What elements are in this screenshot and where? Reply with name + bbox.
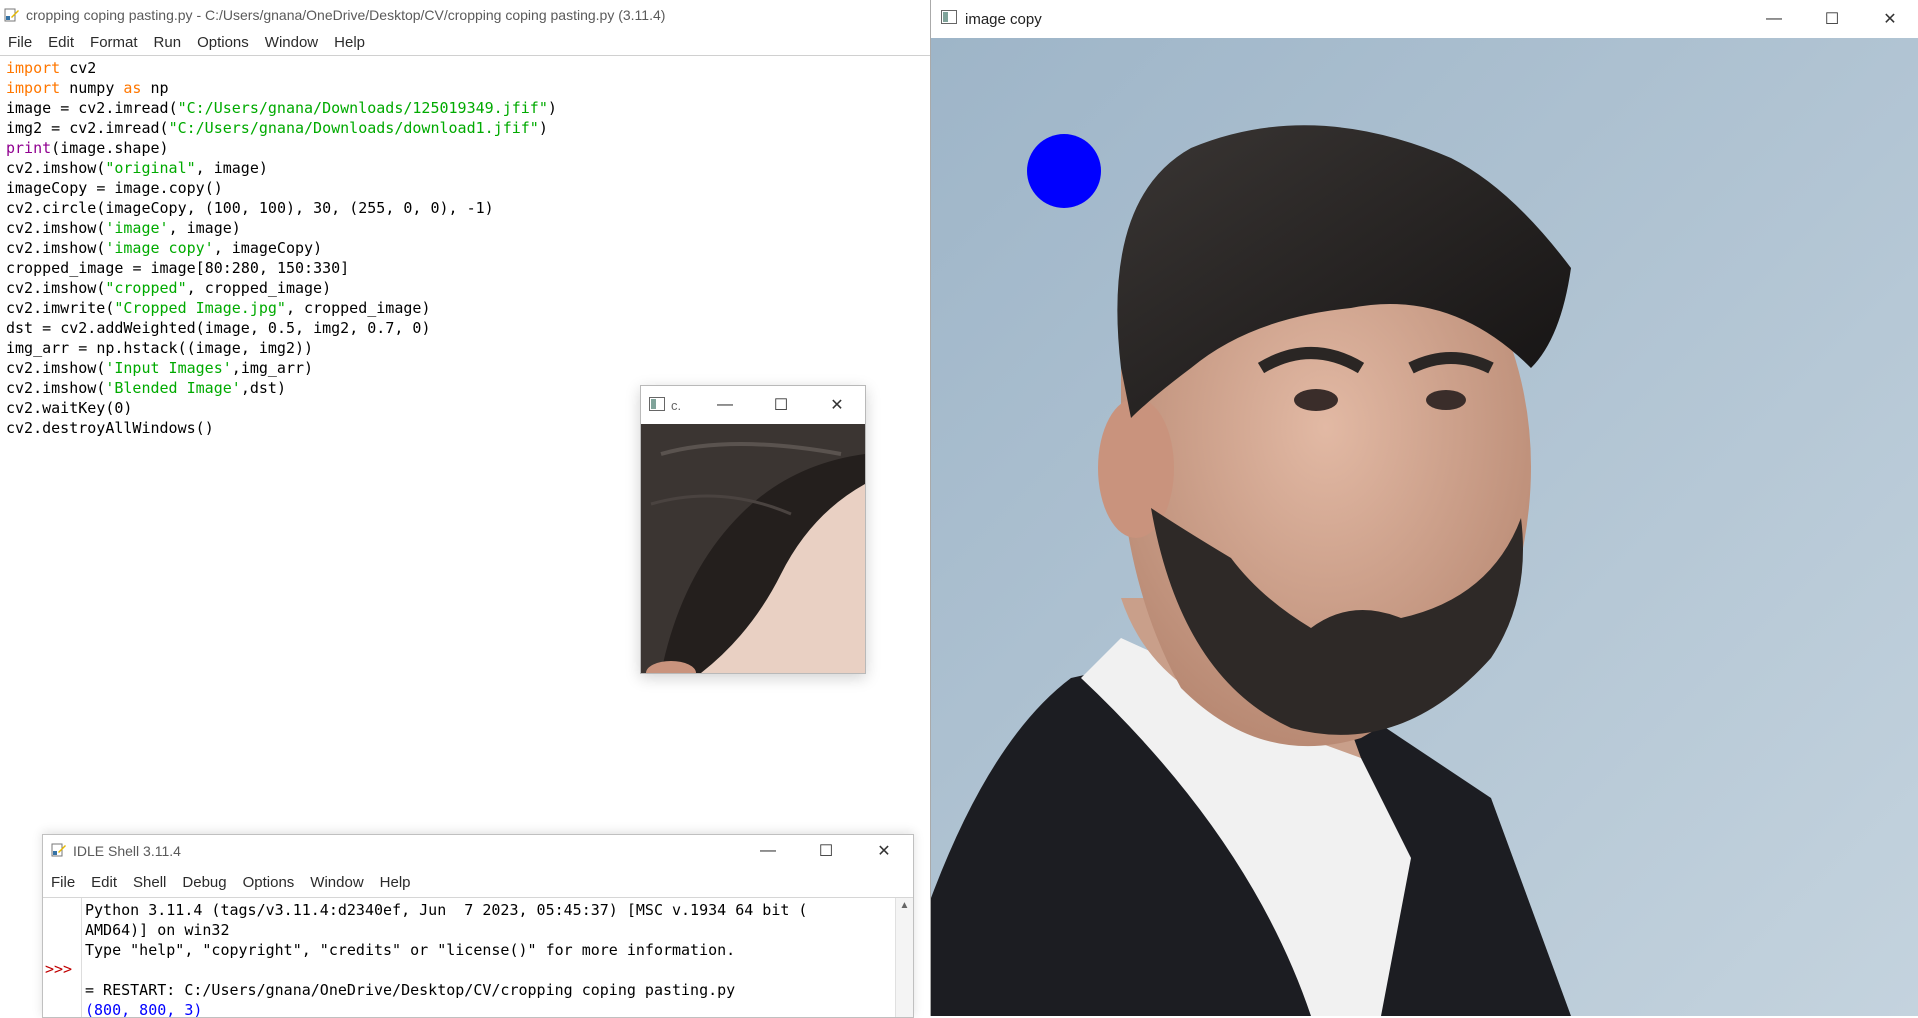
drawn-blue-circle — [1027, 134, 1101, 208]
code-line: print(image.shape) — [6, 139, 169, 157]
shell-prompt: >>> — [45, 960, 73, 978]
minimize-icon[interactable]: — — [1745, 10, 1803, 28]
close-icon[interactable]: ✕ — [1861, 9, 1918, 29]
shell-line: (800, 800, 3) — [85, 1001, 203, 1018]
shell-menu-edit[interactable]: Edit — [83, 874, 125, 891]
code-line: cv2.imwrite("Cropped Image.jpg", cropped… — [6, 299, 431, 317]
code-line: cv2.circle(imageCopy, (100, 100), 30, (2… — [6, 199, 494, 217]
cropped-titlebar[interactable]: c. — ☐ ✕ — [641, 386, 865, 424]
code-editor[interactable]: import cv2 import numpy as np image = cv2.… — [0, 56, 930, 440]
image-copy-window: image copy — ☐ ✕ — [930, 0, 1918, 1016]
code-line: cv2.imshow('Input Images',img_arr) — [6, 359, 314, 377]
menu-edit[interactable]: Edit — [40, 34, 82, 51]
menu-window[interactable]: Window — [257, 34, 326, 51]
shell-menu-help[interactable]: Help — [372, 874, 419, 891]
image-copy-titlebar[interactable]: image copy — ☐ ✕ — [931, 0, 1918, 38]
code-line: import numpy as np — [6, 79, 169, 97]
close-icon[interactable]: ✕ — [855, 841, 913, 861]
code-line: imageCopy = image.copy() — [6, 179, 223, 197]
cropped-title: c. — [671, 397, 682, 413]
code-line: img_arr = np.hstack((image, img2)) — [6, 339, 314, 357]
maximize-icon[interactable]: ☐ — [797, 841, 855, 861]
python-idle-icon — [51, 842, 67, 861]
shell-line: = RESTART: C:/Users/gnana/OneDrive/Deskt… — [85, 981, 736, 999]
shell-body[interactable]: >>> Python 3.11.4 (tags/v3.11.4:d2340ef,… — [43, 898, 913, 1018]
shell-menu-debug[interactable]: Debug — [174, 874, 234, 891]
menu-help[interactable]: Help — [326, 34, 373, 51]
minimize-icon[interactable]: — — [697, 396, 753, 414]
shell-menu-window[interactable]: Window — [302, 874, 371, 891]
code-line: cropped_image = image[80:280, 150:330] — [6, 259, 350, 277]
window-icon — [649, 396, 665, 414]
shell-title: IDLE Shell 3.11.4 — [73, 843, 181, 859]
idle-shell-window: IDLE Shell 3.11.4 — ☐ ✕ File Edit Shell … — [42, 834, 914, 1018]
editor-titlebar[interactable]: cropping coping pasting.py - C:/Users/gn… — [0, 0, 930, 30]
shell-line: Python 3.11.4 (tags/v3.11.4:d2340ef, Jun… — [85, 901, 808, 919]
code-line: cv2.imshow('image', image) — [6, 219, 241, 237]
python-idle-icon — [4, 7, 20, 23]
maximize-icon[interactable]: ☐ — [753, 395, 809, 415]
shell-menu-file[interactable]: File — [43, 874, 83, 891]
close-icon[interactable]: ✕ — [809, 395, 865, 415]
scroll-up-icon[interactable]: ▲ — [896, 898, 913, 914]
code-line: cv2.imshow('image copy', imageCopy) — [6, 239, 323, 257]
shell-gutter: >>> — [43, 898, 82, 1017]
code-line: dst = cv2.addWeighted(image, 0.5, img2, … — [6, 319, 431, 337]
menu-file[interactable]: File — [0, 34, 40, 51]
code-line: import cv2 — [6, 59, 97, 77]
shell-menubar: File Edit Shell Debug Options Window Hel… — [43, 867, 913, 898]
menu-options[interactable]: Options — [189, 34, 257, 51]
cropped-window: c. — ☐ ✕ — [640, 385, 866, 674]
menu-format[interactable]: Format — [82, 34, 146, 51]
menu-run[interactable]: Run — [146, 34, 190, 51]
maximize-icon[interactable]: ☐ — [1803, 9, 1861, 29]
editor-title: cropping coping pasting.py - C:/Users/gn… — [26, 7, 666, 23]
image-copy-title: image copy — [965, 10, 1042, 28]
shell-output[interactable]: Python 3.11.4 (tags/v3.11.4:d2340ef, Jun… — [85, 900, 808, 1018]
code-line: image = cv2.imread("C:/Users/gnana/Downl… — [6, 99, 557, 117]
shell-menu-shell[interactable]: Shell — [125, 874, 174, 891]
editor-menubar: File Edit Format Run Options Window Help — [0, 30, 930, 56]
code-line: cv2.imshow("original", image) — [6, 159, 268, 177]
cropped-image — [641, 424, 865, 673]
shell-line: AMD64)] on win32 — [85, 921, 230, 939]
shell-menu-options[interactable]: Options — [235, 874, 303, 891]
shell-line: Type "help", "copyright", "credits" or "… — [85, 941, 736, 959]
shell-scrollbar[interactable]: ▲ — [895, 898, 913, 1017]
minimize-icon[interactable]: — — [739, 842, 797, 860]
code-line: img2 = cv2.imread("C:/Users/gnana/Downlo… — [6, 119, 548, 137]
code-line: cv2.imshow("cropped", cropped_image) — [6, 279, 332, 297]
shell-titlebar[interactable]: IDLE Shell 3.11.4 — ☐ ✕ — [43, 835, 913, 867]
window-icon — [941, 10, 957, 28]
image-copy-canvas — [931, 38, 1918, 1016]
